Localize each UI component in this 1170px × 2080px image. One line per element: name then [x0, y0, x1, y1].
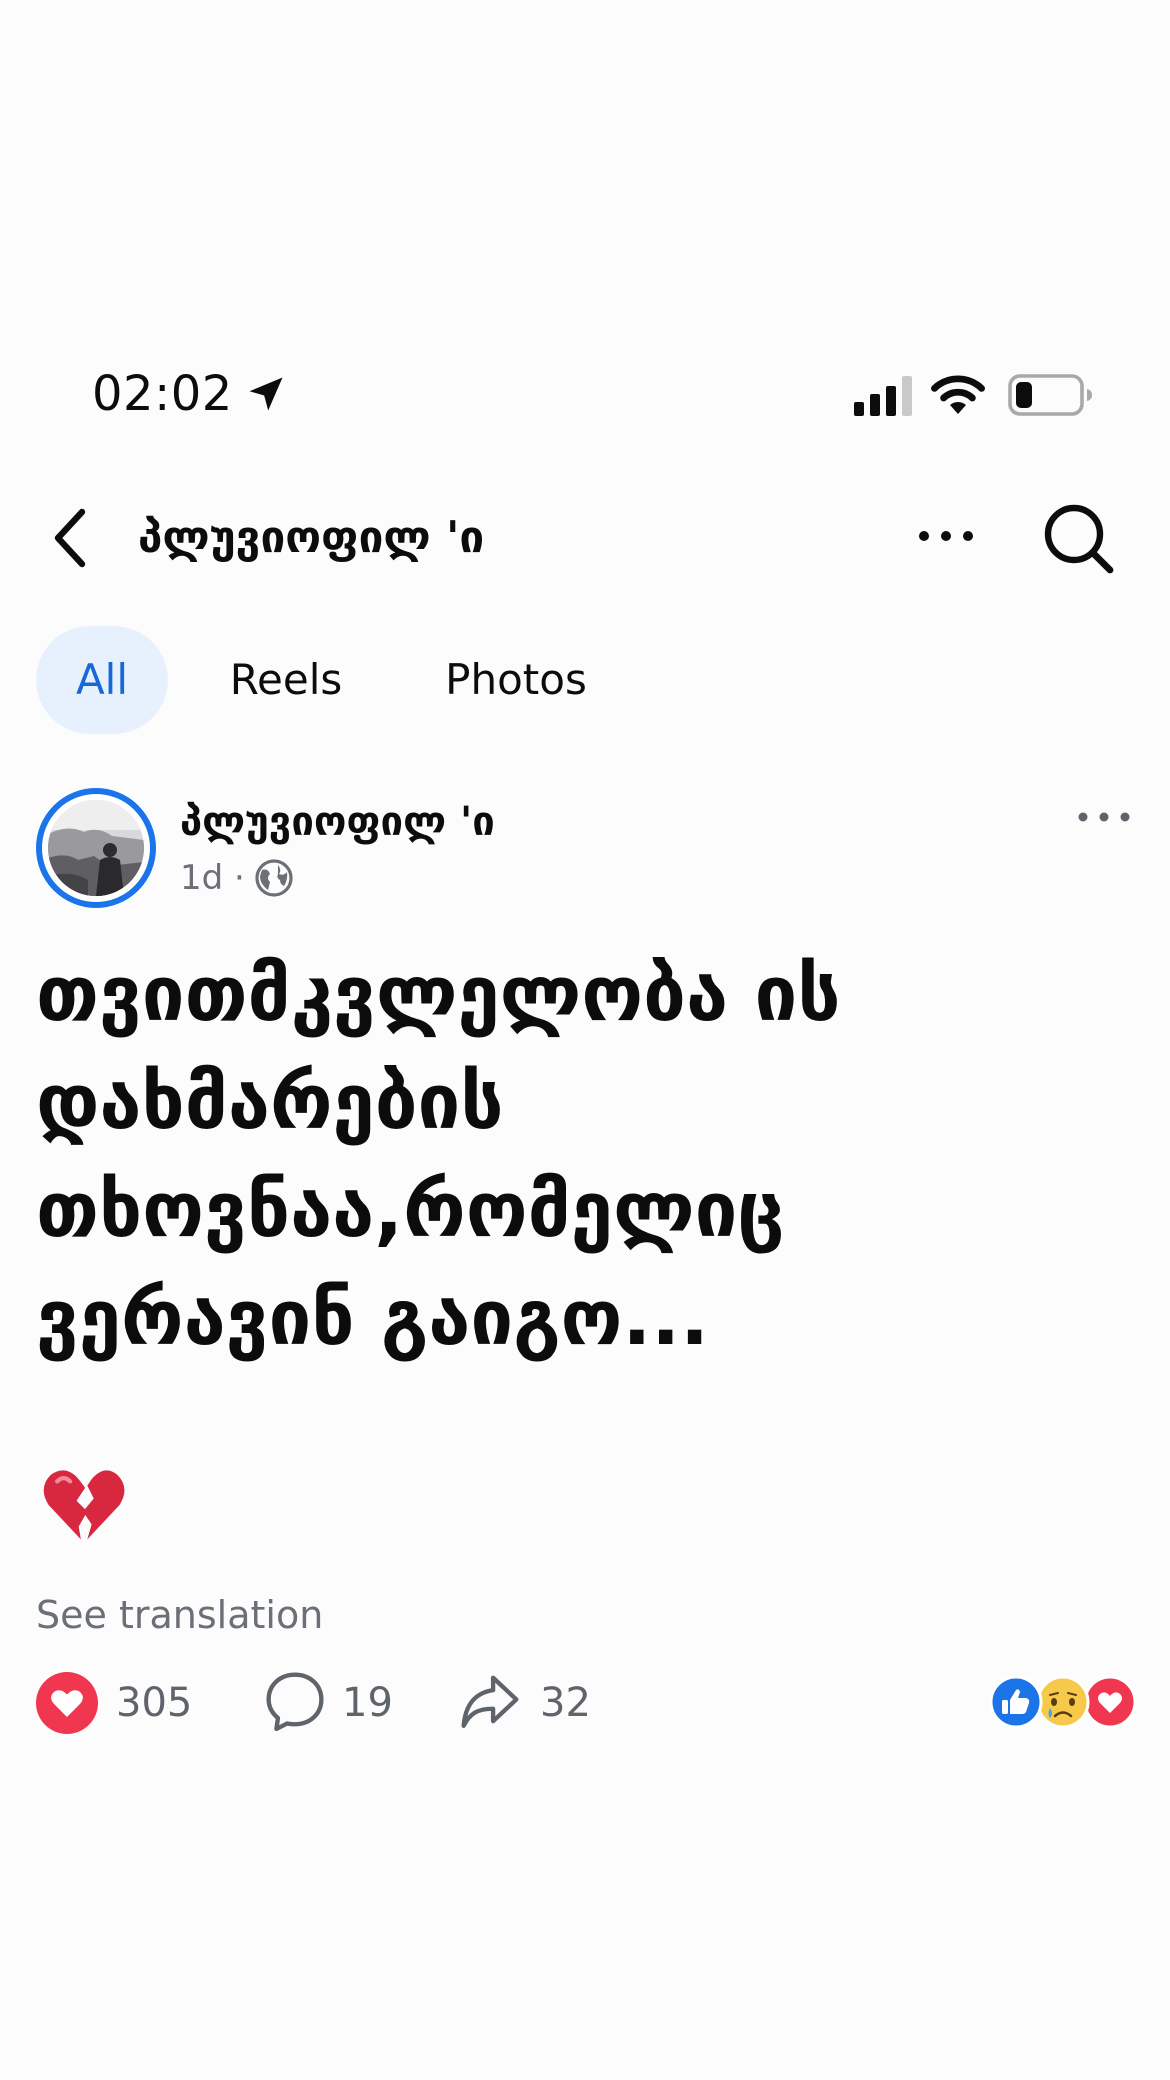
like-icon — [989, 1675, 1043, 1729]
reaction-count[interactable]: 305 — [116, 1676, 192, 1730]
post-more-icon[interactable] — [1076, 804, 1132, 830]
signal-icon — [854, 376, 912, 416]
author-name[interactable]: პლუვიოფილ 'ი — [180, 796, 495, 848]
sad-icon — [1036, 1675, 1090, 1729]
love-reaction-icon[interactable] — [36, 1672, 98, 1734]
tab-reels[interactable]: Reels — [216, 626, 356, 734]
tab-all[interactable]: All — [36, 626, 168, 734]
share-count[interactable]: 32 — [540, 1676, 591, 1730]
page-title: პლუვიოფილ 'ი — [138, 512, 485, 563]
comment-icon[interactable] — [264, 1670, 326, 1732]
broken-heart-icon — [43, 1470, 125, 1540]
tab-photos[interactable]: Photos — [428, 626, 604, 734]
back-icon[interactable] — [48, 506, 92, 570]
globe-icon — [255, 859, 293, 897]
post-text: თვითმკვლელობა ის დახმარების თხოვნაა,რომე… — [36, 949, 841, 1362]
status-time: 02:02 — [92, 366, 233, 422]
search-icon[interactable] — [1040, 500, 1116, 576]
comment-count[interactable]: 19 — [342, 1676, 393, 1730]
see-translation-link[interactable]: See translation — [36, 1590, 323, 1640]
love-icon — [1083, 1675, 1137, 1729]
reaction-summary[interactable] — [988, 1674, 1138, 1730]
post-time: 1d · — [180, 858, 245, 898]
more-icon[interactable] — [916, 522, 976, 550]
avatar[interactable] — [48, 800, 144, 896]
wifi-icon — [931, 375, 985, 414]
share-icon[interactable] — [458, 1670, 522, 1732]
battery-icon — [1008, 374, 1092, 416]
location-arrow-icon — [249, 377, 283, 411]
